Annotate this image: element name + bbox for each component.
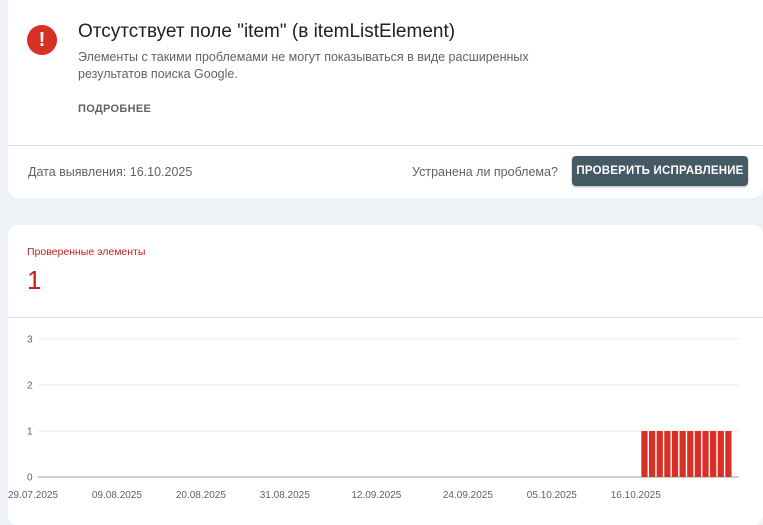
- items-chart: 0 1 2 3 29.07.2025 09.08.2025 20.08.2025 31.08.…: [8, 335, 739, 501]
- issue-description: Элементы с такими проблемами не могут по…: [78, 50, 529, 81]
- y-tick-label: 0: [27, 473, 33, 484]
- chart-bar[interactable]: [649, 431, 656, 477]
- y-tick-label: 3: [27, 335, 33, 346]
- x-tick-label: 24.09.2025: [443, 490, 493, 501]
- chart-bar[interactable]: [664, 431, 671, 477]
- chart-bar[interactable]: [687, 431, 694, 477]
- chart-bar[interactable]: [656, 431, 663, 477]
- chart-bar[interactable]: [694, 431, 702, 477]
- x-tick-label: 05.10.2025: [527, 490, 577, 501]
- divider: [8, 145, 763, 146]
- chart-bar[interactable]: [702, 431, 709, 477]
- x-tick-label: 09.08.2025: [92, 490, 142, 501]
- validate-fix-button[interactable]: ПРОВЕРИТЬ ИСПРАВЛЕНИЕ: [572, 156, 748, 186]
- x-tick-label: 12.09.2025: [351, 490, 401, 501]
- issue-card: ! Отсутствует поле "item" (в itemListEle…: [8, 0, 763, 198]
- chart-bar[interactable]: [679, 431, 686, 477]
- issue-title: Отсутствует поле "item" (в itemListEleme…: [78, 21, 456, 42]
- chart-card: Проверенные элементы 1 0 1 2 3 29.07.2025 09.…: [8, 225, 763, 525]
- chart-bar[interactable]: [725, 431, 732, 477]
- fixed-question: Устранена ли проблема?: [412, 165, 558, 179]
- chart-bar[interactable]: [710, 431, 717, 477]
- x-tick-label: 16.10.2025: [611, 490, 661, 501]
- chart-bar[interactable]: [671, 431, 679, 477]
- chart-bar[interactable]: [641, 431, 648, 477]
- chart-bar[interactable]: [717, 431, 724, 477]
- y-tick-label: 2: [27, 381, 33, 392]
- x-tick-label: 31.08.2025: [260, 490, 310, 501]
- error-icon: !: [27, 25, 57, 55]
- y-tick-label: 1: [27, 427, 33, 438]
- detection-date: Дата выявления: 16.10.2025: [28, 165, 193, 179]
- learn-more-link[interactable]: ПОДРОБНЕЕ: [78, 103, 151, 115]
- x-tick-label: 20.08.2025: [176, 490, 226, 501]
- x-tick-label: 29.07.2025: [8, 490, 58, 501]
